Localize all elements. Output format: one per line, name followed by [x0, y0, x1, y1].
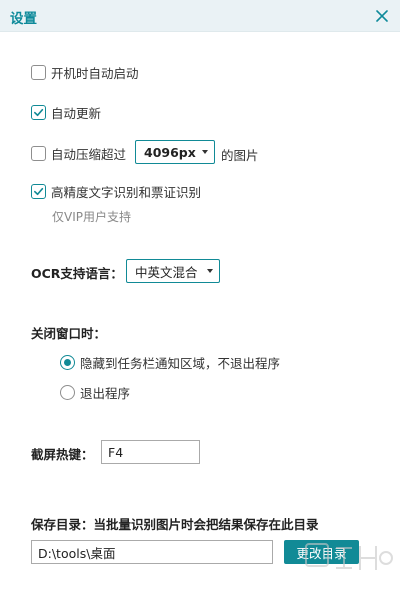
hide-radio[interactable]: [60, 355, 75, 370]
close-window-label: 关闭窗口时：: [31, 326, 107, 341]
close-button[interactable]: [372, 6, 392, 26]
check-icon: [34, 108, 44, 117]
close-option-exit[interactable]: 退出程序: [60, 383, 130, 402]
close-icon: [376, 10, 388, 22]
ocr-language-label: OCR支持语言：: [31, 266, 123, 281]
change-dir-button[interactable]: 更改目录: [284, 540, 359, 564]
radio-dot-icon: [64, 359, 71, 366]
close-option-hide[interactable]: 隐藏到任务栏通知区域，不退出程序: [60, 353, 280, 372]
exit-option-label: 退出程序: [80, 386, 131, 401]
title-bar: 设置: [0, 0, 400, 32]
compress-size-value: 4096px: [144, 144, 196, 160]
ocr-language-select[interactable]: 中英文混合: [126, 259, 220, 283]
hide-option-label: 隐藏到任务栏通知区域，不退出程序: [80, 356, 281, 371]
window-title: 设置: [10, 11, 37, 27]
autostart-label: 开机时自动启动: [51, 66, 139, 81]
vip-note: 仅VIP用户支持: [52, 210, 131, 224]
option-autoupdate[interactable]: 自动更新: [31, 103, 101, 122]
chevron-down-icon: [207, 269, 213, 273]
option-autostart[interactable]: 开机时自动启动: [31, 63, 139, 82]
hotkey-label: 截屏热键：: [31, 447, 94, 462]
chevron-down-icon: [202, 150, 208, 154]
save-dir-label: 保存目录：当批量识别图片时会把结果保存在此目录: [31, 514, 319, 533]
ocr-language-value: 中英文混合: [135, 264, 198, 280]
option-compress[interactable]: 自动压缩超过: [31, 144, 126, 163]
compress-suffix: 的图片: [221, 148, 259, 163]
hotkey-input[interactable]: [101, 440, 200, 464]
save-dir-label-text: 保存目录：当批量识别图片时会把结果保存在此目录: [31, 517, 319, 532]
compress-label: 自动压缩超过: [51, 147, 127, 162]
compress-checkbox[interactable]: [31, 146, 46, 161]
option-high-precision[interactable]: 高精度文字识别和票证识别: [31, 182, 201, 201]
high-precision-checkbox[interactable]: [31, 184, 46, 199]
autostart-checkbox[interactable]: [31, 65, 46, 80]
exit-radio[interactable]: [60, 385, 75, 400]
compress-size-select[interactable]: 4096px: [135, 140, 215, 164]
check-icon: [34, 187, 44, 196]
save-dir-input[interactable]: [31, 540, 273, 564]
autoupdate-label: 自动更新: [51, 106, 102, 121]
autoupdate-checkbox[interactable]: [31, 105, 46, 120]
high-precision-label: 高精度文字识别和票证识别: [51, 185, 202, 200]
